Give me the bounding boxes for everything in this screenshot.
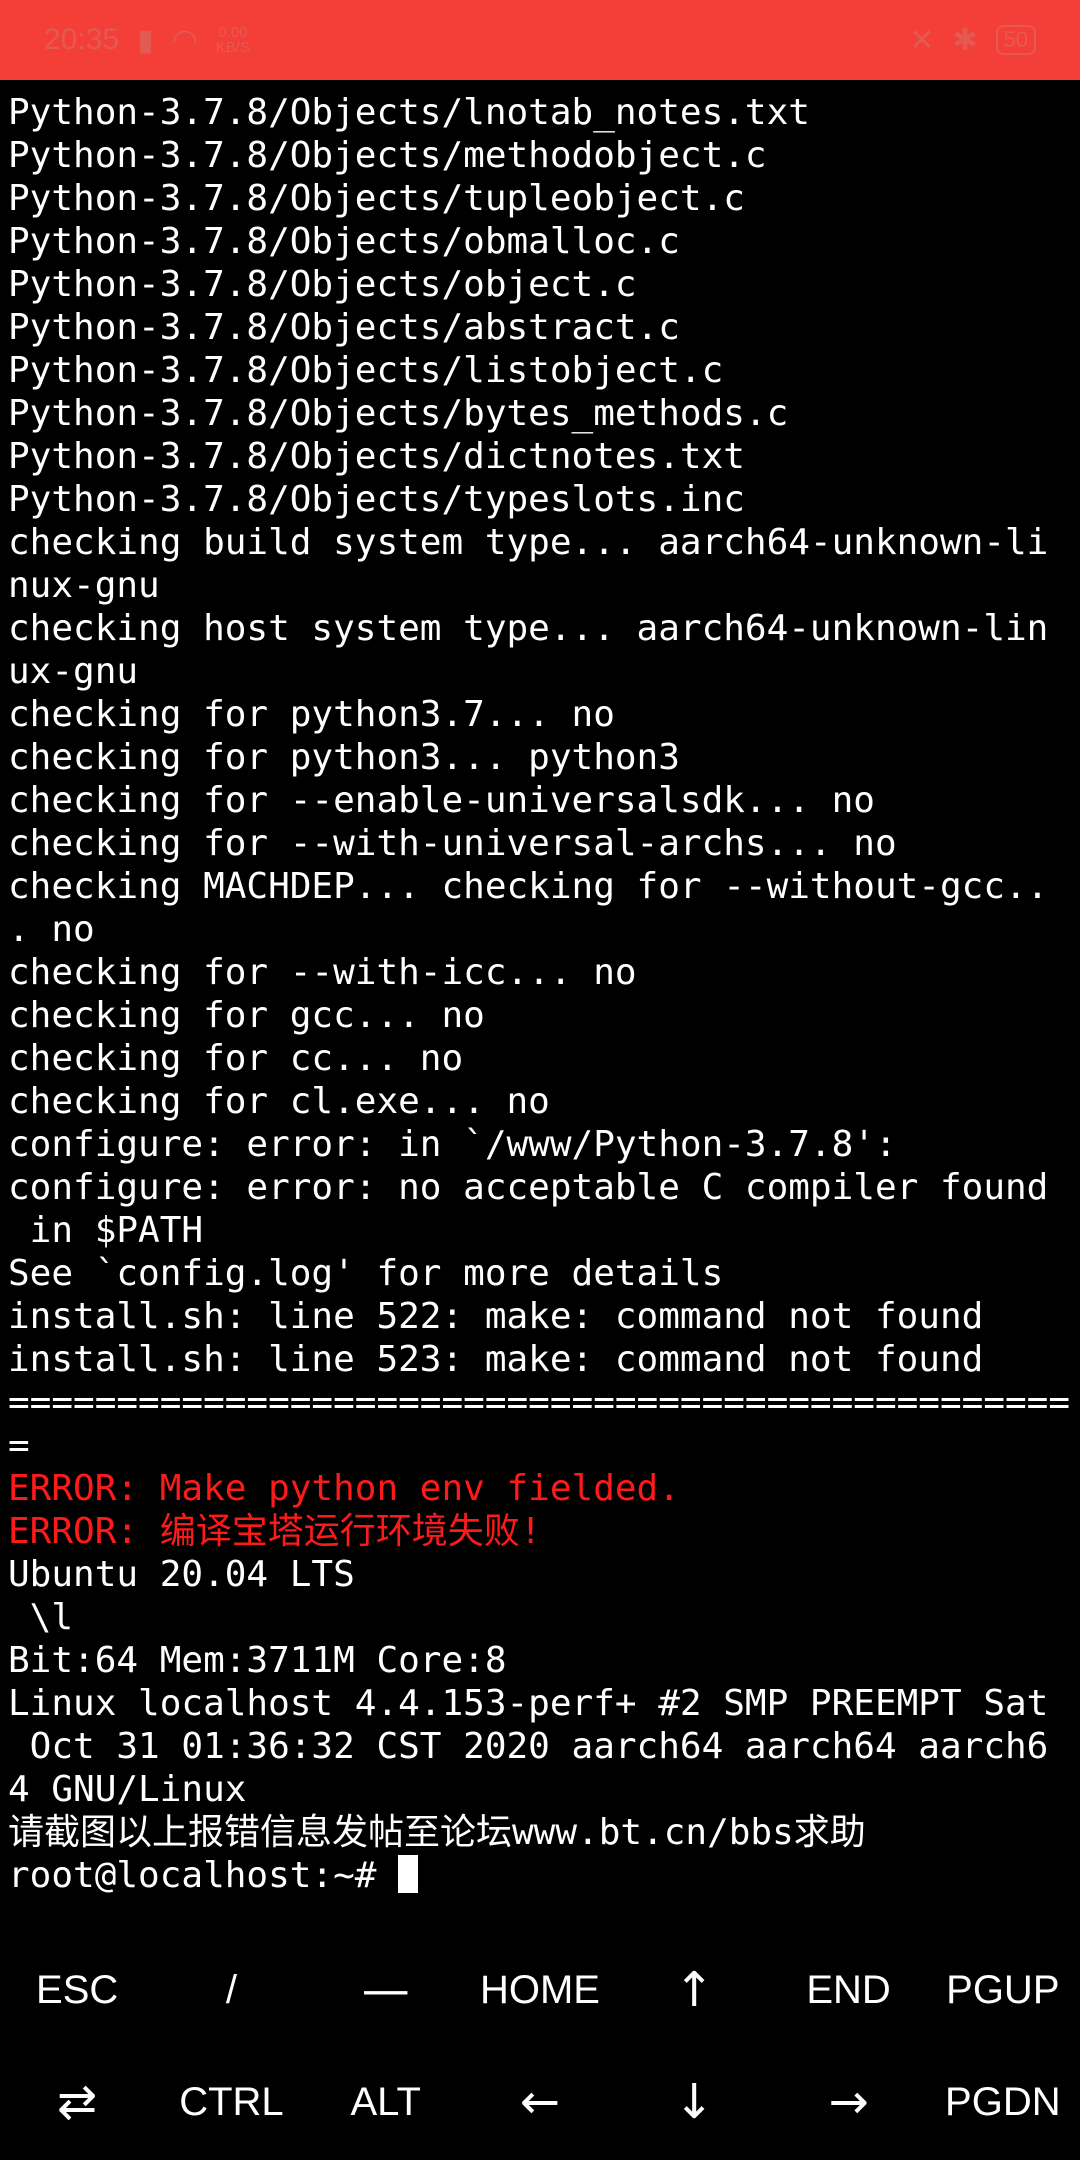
key-slash-button[interactable]: /	[154, 1935, 308, 2045]
terminal-line: checking for --with-icc... no	[8, 952, 637, 993]
shell-prompt: root@localhost:~#	[8, 1855, 399, 1896]
key-label: PGUP	[946, 1967, 1060, 2012]
terminal-line: Python-3.7.8/Objects/dictnotes.txt	[8, 436, 745, 477]
tab-icon: ⇄	[57, 2074, 98, 2130]
arrow-down-icon: ↓	[674, 2074, 715, 2130]
key-label: END	[806, 1967, 891, 2012]
terminal-line: checking MACHDEP... checking for --witho…	[8, 866, 1049, 907]
terminal-line: . no	[8, 909, 95, 950]
terminal-line: Oct 31 01:36:32 CST 2020 aarch64 aarch64…	[8, 1726, 1049, 1767]
terminal-line: Python-3.7.8/Objects/bytes_methods.c	[8, 393, 789, 434]
terminal-line: in $PATH	[8, 1210, 204, 1251]
status-bar-right: ✕ ✱ 50	[909, 23, 1036, 58]
bluetooth-icon: ✱	[952, 23, 978, 57]
dash-icon: —	[361, 1962, 410, 2018]
key-label: HOME	[479, 1967, 600, 2012]
extra-keys-row-1: ESC / — HOME ↑ END PGUP	[0, 1935, 1080, 2045]
key-home-button[interactable]: HOME	[463, 1935, 617, 2045]
terminal-line: ux-gnu	[8, 651, 139, 692]
battery-indicator: 50	[995, 25, 1036, 55]
terminal-line: checking for python3... python3	[8, 737, 680, 778]
status-bar: 20:35 ▮ ◠ 0.00 KB/S ✕ ✱ 50	[0, 0, 1080, 80]
error-line: ERROR: 编译宝塔运行环境失败!	[8, 1511, 542, 1552]
terminal-line: ========================================…	[8, 1382, 1071, 1423]
terminal-line: Python-3.7.8/Objects/methodobject.c	[8, 135, 767, 176]
status-bar-left: 20:35 ▮ ◠ 0.00 KB/S	[44, 23, 250, 58]
terminal-line: Linux localhost 4.4.153-perf+ #2 SMP PRE…	[8, 1683, 1049, 1724]
terminal-line: Python-3.7.8/Objects/object.c	[8, 264, 637, 305]
prompt-line[interactable]: root@localhost:~#	[8, 1854, 1078, 1897]
key-arrow-right-button[interactable]: →	[771, 2047, 925, 2157]
terminal-line: checking build system type... aarch64-un…	[8, 522, 1049, 563]
text-cursor	[398, 1855, 419, 1893]
key-label: /	[225, 1967, 237, 2012]
network-speed: 0.00 KB/S	[216, 25, 250, 55]
terminal-line: checking for --with-universal-archs... n…	[8, 823, 897, 864]
terminal-line: 4 GNU/Linux	[8, 1769, 247, 1810]
arrow-left-icon: ←	[519, 2074, 561, 2130]
signal-icon: ▮	[137, 23, 154, 57]
terminal-line: checking for cl.exe... no	[8, 1081, 550, 1122]
terminal-line: install.sh: line 522: make: command not …	[8, 1296, 984, 1337]
key-label: ALT	[350, 2079, 421, 2124]
terminal-line: checking for cc... no	[8, 1038, 464, 1079]
key-arrow-left-button[interactable]: ←	[463, 2047, 617, 2157]
terminal-line: install.sh: line 523: make: command not …	[8, 1339, 984, 1380]
key-end-button[interactable]: END	[771, 1935, 925, 2045]
key-pgup-button[interactable]: PGUP	[926, 1935, 1080, 2045]
arrow-right-icon: →	[828, 2074, 869, 2130]
terminal-line: \l	[8, 1597, 74, 1638]
terminal-line: Python-3.7.8/Objects/listobject.c	[8, 350, 724, 391]
terminal-line: =	[8, 1425, 30, 1466]
terminal-line: Python-3.7.8/Objects/tupleobject.c	[8, 178, 745, 219]
terminal-line: configure: error: no acceptable C compil…	[8, 1167, 1049, 1208]
key-esc-button[interactable]: ESC	[0, 1935, 154, 2045]
terminal-line: 请截图以上报错信息发帖至论坛www.bt.cn/bbs求助	[8, 1812, 866, 1853]
mute-icon: ✕	[909, 23, 935, 57]
error-line: ERROR: Make python env fielded.	[8, 1468, 680, 1509]
key-label: CTRL	[179, 2079, 284, 2124]
key-ctrl-button[interactable]: CTRL	[154, 2047, 308, 2157]
terminal-line: checking host system type... aarch64-unk…	[8, 608, 1049, 649]
key-arrow-up-button[interactable]: ↑	[617, 1935, 771, 2045]
key-pgdn-button[interactable]: PGDN	[926, 2047, 1080, 2157]
key-label: ESC	[36, 1967, 119, 2012]
terminal-line: checking for --enable-universalsdk... no	[8, 780, 875, 821]
terminal-line: configure: error: in `/www/Python-3.7.8'…	[8, 1124, 897, 1165]
network-speed-unit: KB/S	[215, 39, 250, 56]
terminal-line: Python-3.7.8/Objects/obmalloc.c	[8, 221, 680, 262]
clock: 20:35	[44, 23, 120, 56]
terminal-line: Ubuntu 20.04 LTS	[8, 1554, 355, 1595]
key-tab-button[interactable]: ⇄	[0, 2047, 154, 2157]
key-label: PGDN	[945, 2079, 1061, 2124]
wifi-icon: ◠	[171, 23, 198, 57]
terminal-line: checking for python3.7... no	[8, 694, 615, 735]
terminal-line: nux-gnu	[8, 565, 160, 606]
terminal-line: checking for gcc... no	[8, 995, 485, 1036]
key-dash-button[interactable]: —	[309, 1935, 463, 2045]
arrow-up-icon: ↑	[674, 1962, 715, 2018]
terminal-line: Bit:64 Mem:3711M Core:8	[8, 1640, 507, 1681]
terminal-line: See `config.log' for more details	[8, 1253, 724, 1294]
terminal-line: Python-3.7.8/Objects/lnotab_notes.txt	[8, 92, 810, 133]
terminal-line: Python-3.7.8/Objects/typeslots.inc	[8, 479, 745, 520]
extra-keys-row-2: ⇄ CTRL ALT ← ↓ → PGDN	[0, 2047, 1080, 2157]
terminal-output[interactable]: Python-3.7.8/Objects/lnotab_notes.txt Pyt…	[8, 91, 1078, 1911]
key-alt-button[interactable]: ALT	[309, 2047, 463, 2157]
terminal-line: Python-3.7.8/Objects/abstract.c	[8, 307, 680, 348]
key-arrow-down-button[interactable]: ↓	[617, 2047, 771, 2157]
